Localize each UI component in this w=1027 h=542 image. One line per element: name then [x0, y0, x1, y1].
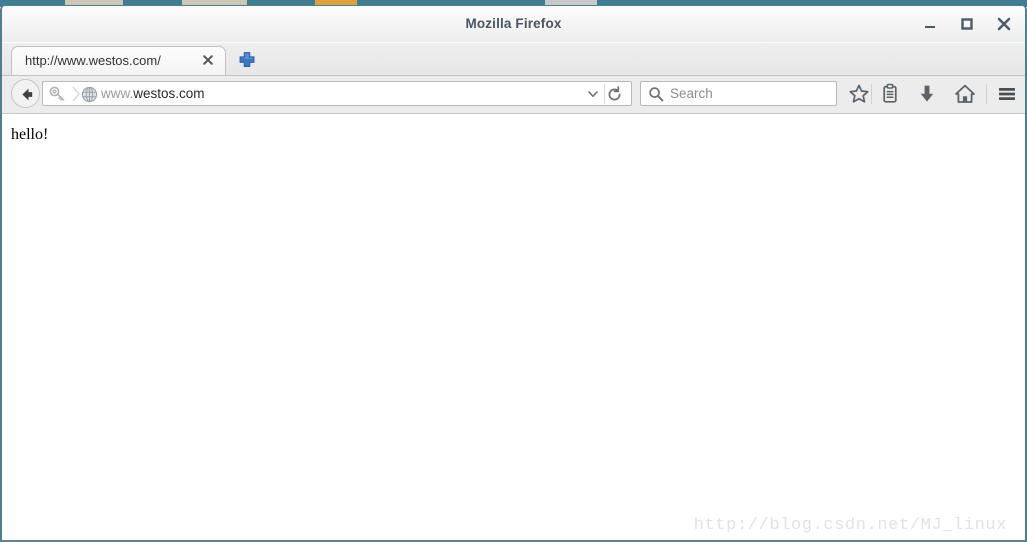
- window-minimize-button[interactable]: [919, 13, 941, 35]
- toolbar-divider-2: [986, 84, 987, 104]
- home-icon[interactable]: [953, 82, 977, 106]
- window-title: Mozilla Firefox: [465, 16, 562, 31]
- firefox-window: Mozilla Firefox http://www.westos.com/ w…: [0, 5, 1027, 542]
- search-placeholder-text: Search: [670, 86, 713, 101]
- window-titlebar: Mozilla Firefox: [2, 6, 1025, 43]
- toolbar-divider-1: [871, 84, 872, 104]
- address-bar[interactable]: www.westos.com: [42, 81, 632, 106]
- browser-tab-active[interactable]: http://www.westos.com/: [11, 46, 226, 75]
- new-tab-button[interactable]: [236, 50, 258, 70]
- page-content-area: hello! http://blog.csdn.net/MJ_linux: [2, 114, 1025, 540]
- navigation-toolbar: www.westos.com Search: [2, 76, 1025, 114]
- clipboard-icon[interactable]: [878, 82, 902, 106]
- tab-close-icon[interactable]: [201, 53, 215, 67]
- addressbar-divider: [604, 84, 605, 104]
- search-icon: [648, 86, 664, 102]
- address-bar-url: www.westos.com: [101, 86, 205, 101]
- reload-icon[interactable]: [606, 86, 623, 103]
- page-body-text: hello!: [11, 126, 49, 143]
- tab-title: http://www.westos.com/: [25, 53, 161, 68]
- chevron-down-icon[interactable]: [586, 87, 600, 101]
- window-maximize-button[interactable]: [956, 13, 978, 35]
- key-icon[interactable]: [47, 85, 69, 103]
- download-arrow-icon[interactable]: [915, 82, 939, 106]
- window-close-button[interactable]: [993, 13, 1015, 35]
- star-icon[interactable]: [847, 82, 871, 106]
- tab-bar: http://www.westos.com/: [2, 43, 1025, 76]
- identity-chevron-icon: [71, 86, 81, 102]
- search-box[interactable]: Search: [640, 81, 837, 106]
- back-button[interactable]: [11, 79, 40, 108]
- watermark-text: http://blog.csdn.net/MJ_linux: [693, 516, 1007, 535]
- globe-icon: [81, 86, 98, 103]
- hamburger-menu-icon[interactable]: [995, 82, 1019, 106]
